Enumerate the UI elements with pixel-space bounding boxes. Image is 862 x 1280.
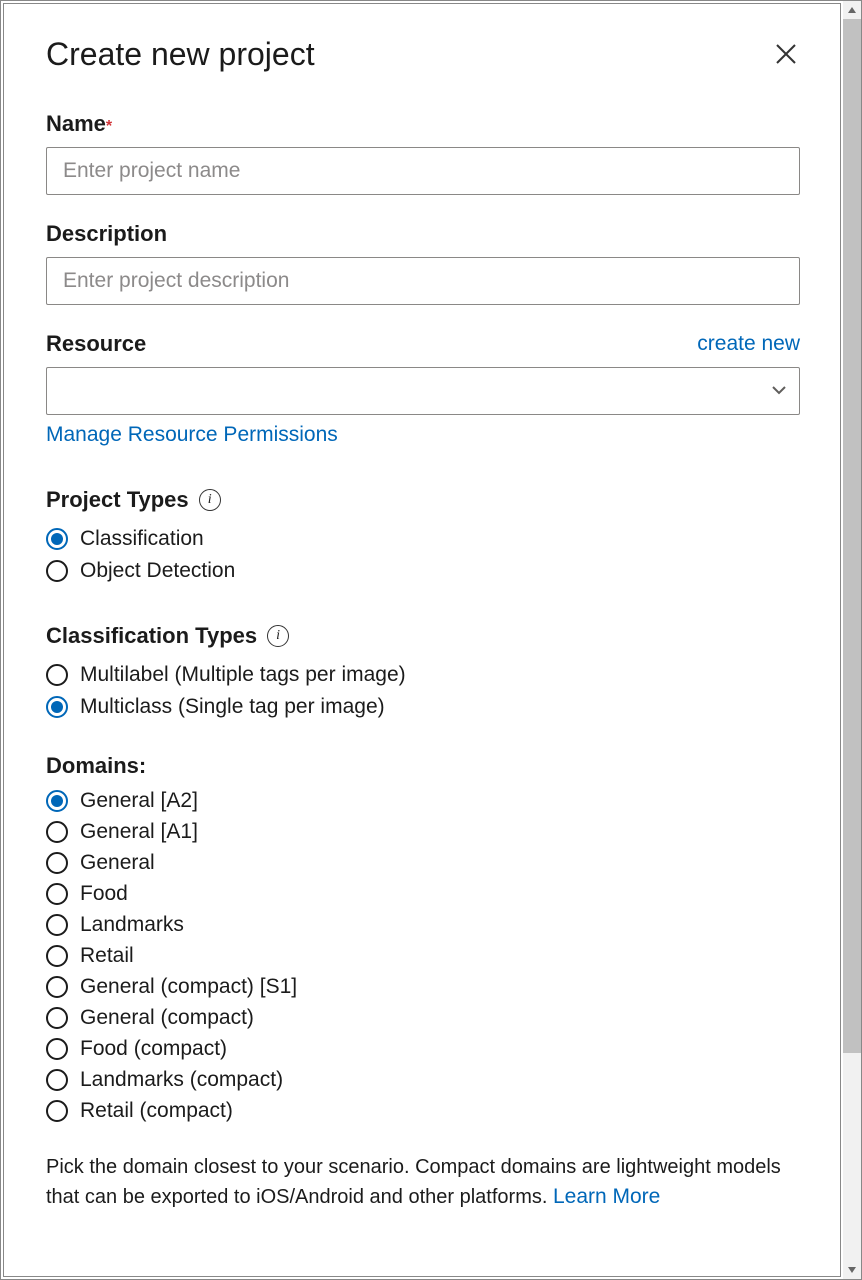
domain-option[interactable]: General [46,851,800,875]
close-button[interactable] [772,40,800,68]
radio-label: General (compact) [S1] [80,975,297,999]
scrollbar-arrow-up-icon[interactable] [843,1,861,19]
classification-type-option[interactable]: Multilabel (Multiple tags per image) [46,663,800,687]
domain-option[interactable]: Landmarks [46,913,800,937]
name-field-group: Name* [46,111,800,195]
radio-label: Multiclass (Single tag per image) [80,695,385,719]
project-type-option[interactable]: Object Detection [46,559,800,583]
scrollbar-arrow-down-icon[interactable] [843,1261,861,1279]
description-label: Description [46,221,167,247]
radio-label: Landmarks [80,913,184,937]
classification-types-section: Classification Types i Multilabel (Multi… [46,623,800,719]
radio-button[interactable] [46,1038,68,1060]
domain-option[interactable]: Landmarks (compact) [46,1068,800,1092]
close-icon [774,42,798,66]
radio-label: Object Detection [80,559,235,583]
required-star: * [106,118,112,135]
scrollbar-thumb[interactable] [843,19,861,1053]
radio-label: General [A1] [80,820,198,844]
radio-button[interactable] [46,1069,68,1091]
domains-label: Domains: [46,753,146,779]
domains-help-text: Pick the domain closest to your scenario… [46,1153,800,1212]
radio-button[interactable] [46,790,68,812]
project-types-label: Project Types [46,487,189,513]
classification-types-label: Classification Types [46,623,257,649]
description-input[interactable] [46,257,800,305]
radio-label: General [A2] [80,789,198,813]
domain-option[interactable]: Retail (compact) [46,1099,800,1123]
outer-frame: Create new project Name* Description [0,0,862,1280]
radio-label: Classification [80,527,204,551]
project-type-option[interactable]: Classification [46,527,800,551]
radio-label: Retail (compact) [80,1099,233,1123]
project-types-section: Project Types i Classification Object Det… [46,487,800,583]
domain-option[interactable]: General [A2] [46,789,800,813]
classification-type-option[interactable]: Multiclass (Single tag per image) [46,695,800,719]
learn-more-link[interactable]: Learn More [553,1185,660,1208]
radio-button[interactable] [46,1007,68,1029]
radio-label: Retail [80,944,134,968]
name-label: Name [46,111,106,136]
radio-button[interactable] [46,914,68,936]
radio-label: Food (compact) [80,1037,227,1061]
info-icon[interactable]: i [267,625,289,647]
resource-field-group: Resource create new Manage Resource Perm… [46,331,800,447]
create-project-dialog: Create new project Name* Description [3,3,841,1277]
radio-label: General (compact) [80,1006,254,1030]
radio-button[interactable] [46,883,68,905]
domain-option[interactable]: General (compact) [46,1006,800,1030]
info-icon[interactable]: i [199,489,221,511]
dialog-header: Create new project [46,36,800,73]
radio-button[interactable] [46,664,68,686]
radio-button[interactable] [46,528,68,550]
domain-option[interactable]: Food [46,882,800,906]
resource-select[interactable] [46,367,800,415]
radio-label: General [80,851,155,875]
radio-button[interactable] [46,560,68,582]
domain-option[interactable]: General [A1] [46,820,800,844]
domains-section: Domains: General [A2] General [A1] General… [46,753,800,1212]
create-new-resource-link[interactable]: create new [697,332,800,356]
description-field-group: Description [46,221,800,305]
radio-label: Multilabel (Multiple tags per image) [80,663,406,687]
radio-label: Landmarks (compact) [80,1068,283,1092]
radio-button[interactable] [46,696,68,718]
radio-button[interactable] [46,852,68,874]
dialog-title: Create new project [46,36,315,73]
scrollbar-track[interactable] [843,1,861,1279]
radio-button[interactable] [46,821,68,843]
domain-option[interactable]: General (compact) [S1] [46,975,800,999]
domain-option[interactable]: Food (compact) [46,1037,800,1061]
manage-permissions-link[interactable]: Manage Resource Permissions [46,423,338,446]
radio-button[interactable] [46,1100,68,1122]
name-input[interactable] [46,147,800,195]
radio-label: Food [80,882,128,906]
radio-button[interactable] [46,976,68,998]
domain-option[interactable]: Retail [46,944,800,968]
resource-label: Resource [46,331,146,357]
radio-button[interactable] [46,945,68,967]
